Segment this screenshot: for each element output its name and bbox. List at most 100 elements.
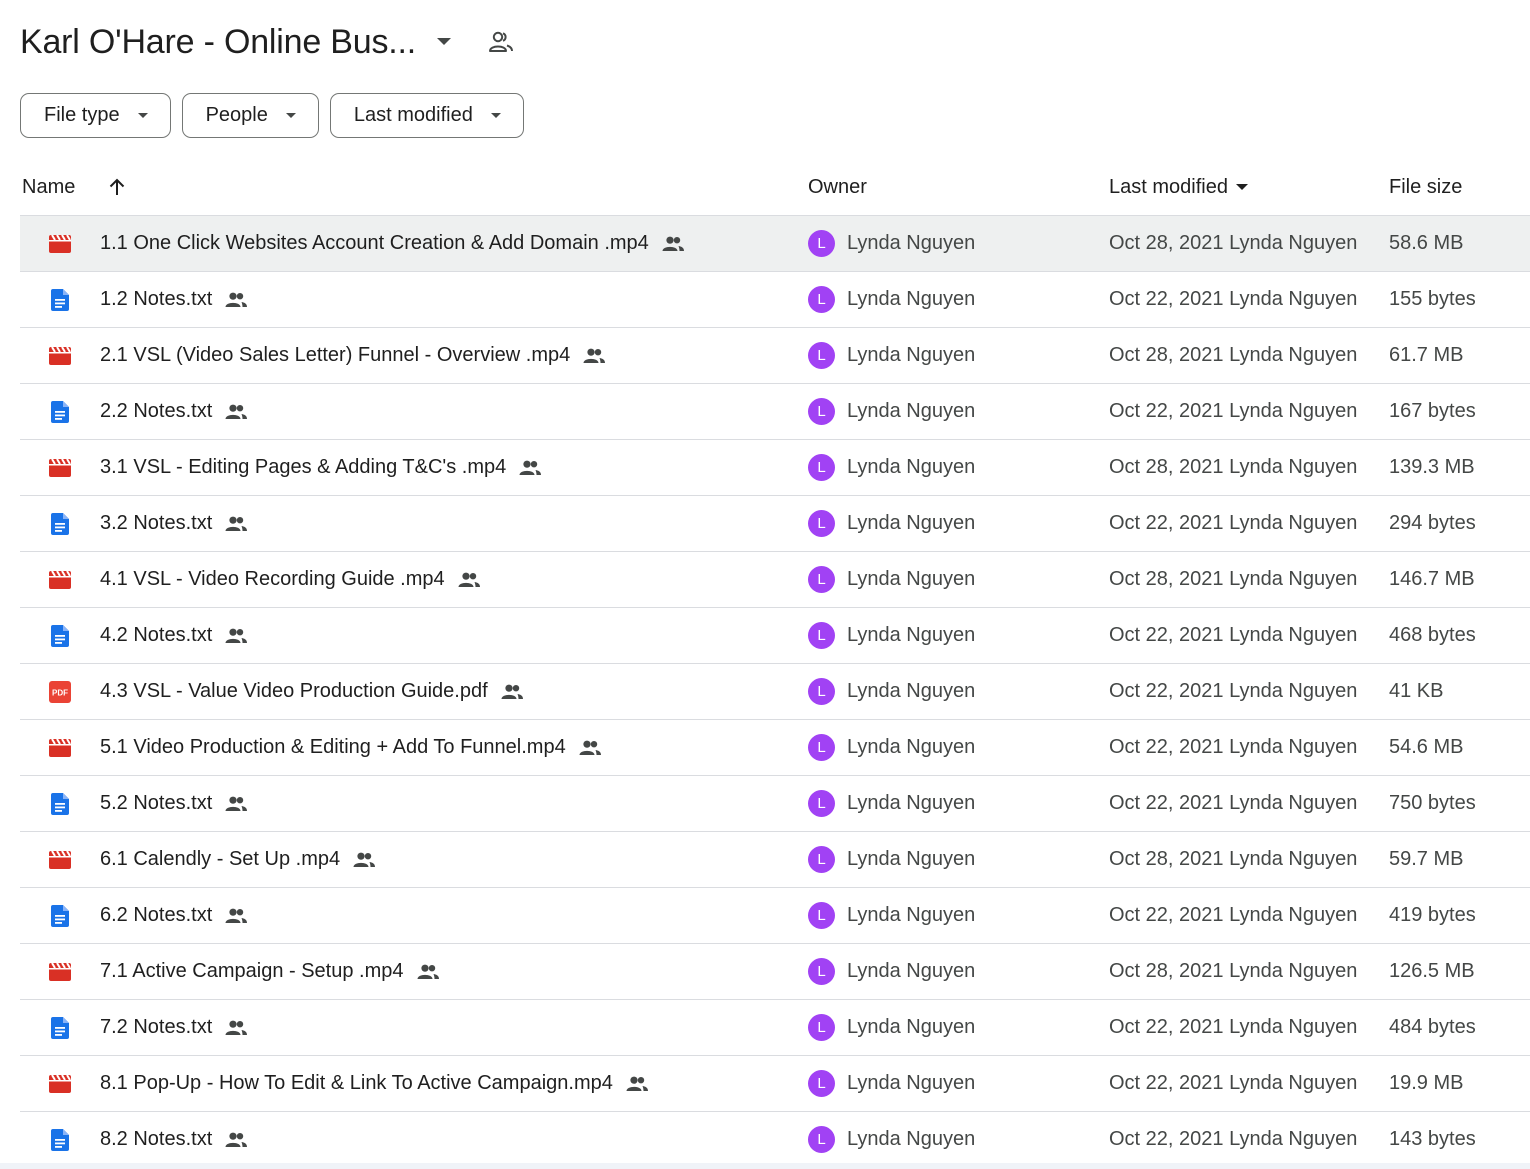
share-button[interactable] [486, 27, 516, 57]
file-row[interactable]: 2.2 Notes.txt L Lynda Nguyen Oct 22, 2021 L… [20, 384, 1530, 440]
shared-icon [500, 684, 524, 700]
owner-cell: L Lynda Nguyen [808, 888, 975, 943]
file-size-cell: 294 bytes [1389, 512, 1476, 534]
file-size-cell: 167 bytes [1389, 400, 1476, 422]
owner-name: Lynda Nguyen [847, 736, 976, 758]
file-row[interactable]: 6.2 Notes.txt L Lynda Nguyen Oct 22, 2021 L… [20, 888, 1530, 944]
file-name-cell[interactable]: 6.2 Notes.txt [100, 888, 248, 943]
file-name-cell[interactable]: 7.2 Notes.txt [100, 1000, 248, 1055]
owner-name: Lynda Nguyen [847, 1128, 976, 1150]
bottom-strip [0, 1163, 1530, 1169]
file-name-cell[interactable]: 8.2 Notes.txt [100, 1112, 248, 1167]
avatar: L [808, 398, 835, 425]
shared-icon [224, 1020, 248, 1036]
file-name-cell[interactable]: 5.2 Notes.txt [100, 776, 248, 831]
owner-name: Lynda Nguyen [847, 568, 976, 590]
last-modified-cell: Oct 22, 2021 Lynda Nguyen [1109, 288, 1358, 310]
shared-icon [224, 628, 248, 644]
last-modified-cell: Oct 22, 2021 Lynda Nguyen [1109, 792, 1358, 814]
file-row[interactable]: 3.2 Notes.txt L Lynda Nguyen Oct 22, 2021 L… [20, 496, 1530, 552]
file-row[interactable]: 3.1 VSL - Editing Pages & Adding T&C's .… [20, 440, 1530, 496]
file-row[interactable]: 7.1 Active Campaign - Setup .mp4 L Lynda N… [20, 944, 1530, 1000]
file-size-cell: 146.7 MB [1389, 568, 1475, 590]
owner-cell: L Lynda Nguyen [808, 944, 975, 999]
file-row[interactable]: 5.2 Notes.txt L Lynda Nguyen Oct 22, 2021 L… [20, 776, 1530, 832]
file-row[interactable]: 8.2 Notes.txt L Lynda Nguyen Oct 22, 2021 L… [20, 1112, 1530, 1168]
shared-icon [224, 404, 248, 420]
file-name-cell[interactable]: 5.1 Video Production & Editing + Add To … [100, 720, 602, 775]
file-size-cell: 41 KB [1389, 680, 1444, 702]
owner-name: Lynda Nguyen [847, 400, 976, 422]
caret-down-icon [490, 113, 501, 118]
file-name-cell[interactable]: 4.1 VSL - Video Recording Guide .mp4 [100, 552, 481, 607]
last-modified-cell: Oct 22, 2021 Lynda Nguyen [1109, 512, 1358, 534]
caret-down-icon [1235, 184, 1248, 190]
file-name-cell[interactable]: 1.2 Notes.txt [100, 272, 248, 327]
file-row[interactable]: 1.1 One Click Websites Account Creation … [20, 216, 1530, 272]
last-modified-cell: Oct 22, 2021 Lynda Nguyen [1109, 1128, 1358, 1150]
shared-icon [625, 1076, 649, 1092]
file-name: 8.1 Pop-Up - How To Edit & Link To Activ… [100, 1072, 613, 1094]
file-row[interactable]: 6.1 Calendly - Set Up .mp4 L Lynda Nguyen O… [20, 832, 1530, 888]
owner-cell: L Lynda Nguyen [808, 440, 975, 495]
avatar: L [808, 510, 835, 537]
avatar: L [808, 1014, 835, 1041]
file-name-cell[interactable]: 8.1 Pop-Up - How To Edit & Link To Activ… [100, 1056, 649, 1111]
file-row[interactable]: 5.1 Video Production & Editing + Add To … [20, 720, 1530, 776]
file-name: 8.2 Notes.txt [100, 1128, 213, 1150]
file-size-cell: 126.5 MB [1389, 960, 1475, 982]
file-name-cell[interactable]: 6.1 Calendly - Set Up .mp4 [100, 832, 376, 887]
video-icon [48, 440, 72, 495]
file-name: 3.2 Notes.txt [100, 512, 213, 534]
last-modified-cell: Oct 22, 2021 Lynda Nguyen [1109, 624, 1358, 646]
svg-text:PDF: PDF [52, 688, 68, 697]
file-size-cell: 58.6 MB [1389, 232, 1464, 254]
shared-icon [518, 460, 542, 476]
doc-icon [48, 1112, 72, 1167]
file-name-cell[interactable]: 2.1 VSL (Video Sales Letter) Funnel - Ov… [100, 328, 606, 383]
file-name: 2.1 VSL (Video Sales Letter) Funnel - Ov… [100, 344, 571, 366]
video-icon [48, 216, 72, 271]
file-row[interactable]: PDF 4.3 VSL - Value Video Production Guid… [20, 664, 1530, 720]
file-row[interactable]: 4.1 VSL - Video Recording Guide .mp4 L Lyn… [20, 552, 1530, 608]
last-modified-cell: Oct 28, 2021 Lynda Nguyen [1109, 848, 1358, 870]
file-name-cell[interactable]: 3.1 VSL - Editing Pages & Adding T&C's .… [100, 440, 542, 495]
file-row[interactable]: 4.2 Notes.txt L Lynda Nguyen Oct 22, 2021 L… [20, 608, 1530, 664]
owner-name: Lynda Nguyen [847, 904, 976, 926]
file-name-cell[interactable]: 4.2 Notes.txt [100, 608, 248, 663]
sort-direction-button[interactable] [104, 165, 130, 209]
doc-icon [48, 272, 72, 327]
shared-icon [416, 964, 440, 980]
owner-cell: L Lynda Nguyen [808, 384, 975, 439]
file-row[interactable]: 8.1 Pop-Up - How To Edit & Link To Activ… [20, 1056, 1530, 1112]
folder-menu-dropdown[interactable] [432, 30, 456, 54]
file-row[interactable]: 1.2 Notes.txt L Lynda Nguyen Oct 22, 2021 L… [20, 272, 1530, 328]
filter-label: Last modified [353, 104, 473, 126]
owner-cell: L Lynda Nguyen [808, 328, 975, 383]
file-row[interactable]: 2.1 VSL (Video Sales Letter) Funnel - Ov… [20, 328, 1530, 384]
column-name[interactable]: Name [22, 165, 75, 209]
column-last-modified[interactable]: Last modified [1109, 165, 1248, 209]
folder-title[interactable]: Karl O'Hare - Online Bus... [20, 23, 416, 62]
file-name-cell[interactable]: 4.3 VSL - Value Video Production Guide.p… [100, 664, 524, 719]
filter-people[interactable]: People [181, 93, 319, 138]
filter-label: People [205, 104, 268, 126]
caret-down-icon [137, 113, 148, 118]
file-name: 4.1 VSL - Video Recording Guide .mp4 [100, 568, 445, 590]
file-row[interactable]: 7.2 Notes.txt L Lynda Nguyen Oct 22, 2021 L… [20, 1000, 1530, 1056]
last-modified-cell: Oct 22, 2021 Lynda Nguyen [1109, 1072, 1358, 1094]
filter-last-modified[interactable]: Last modified [329, 93, 524, 138]
avatar: L [808, 454, 835, 481]
doc-icon [48, 608, 72, 663]
file-size-cell: 59.7 MB [1389, 848, 1464, 870]
owner-name: Lynda Nguyen [847, 232, 976, 254]
avatar: L [808, 286, 835, 313]
owner-name: Lynda Nguyen [847, 1072, 976, 1094]
filter-file-type[interactable]: File type [20, 93, 171, 138]
file-name-cell[interactable]: 3.2 Notes.txt [100, 496, 248, 551]
file-name-cell[interactable]: 7.1 Active Campaign - Setup .mp4 [100, 944, 440, 999]
file-name-cell[interactable]: 2.2 Notes.txt [100, 384, 248, 439]
file-name: 6.1 Calendly - Set Up .mp4 [100, 848, 341, 870]
file-name-cell[interactable]: 1.1 One Click Websites Account Creation … [100, 216, 685, 271]
last-modified-cell: Oct 28, 2021 Lynda Nguyen [1109, 232, 1358, 254]
